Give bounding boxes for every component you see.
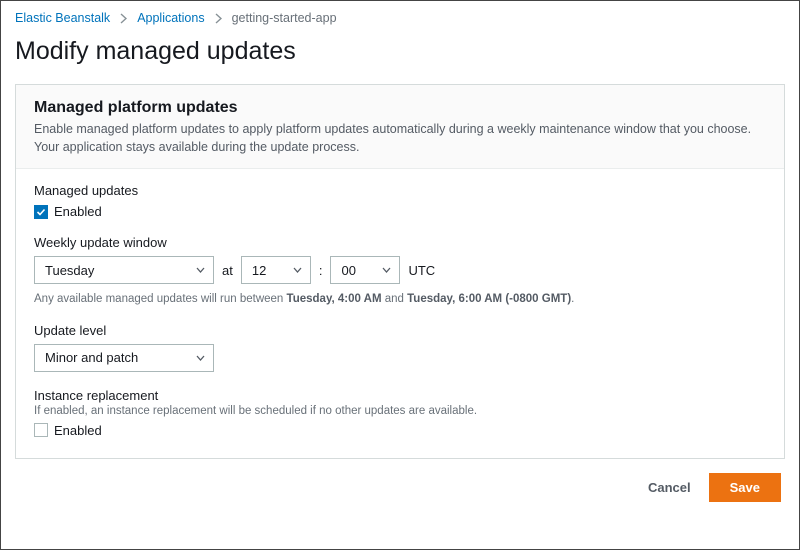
managed-updates-checkbox[interactable] bbox=[34, 205, 48, 219]
chevron-down-icon bbox=[293, 267, 302, 273]
panel-description: Enable managed platform updates to apply… bbox=[34, 121, 766, 156]
weekly-colon: : bbox=[319, 263, 323, 278]
weekly-minute-value: 00 bbox=[341, 263, 355, 278]
instance-replacement-checkbox-label: Enabled bbox=[54, 423, 102, 438]
weekly-hour-value: 12 bbox=[252, 263, 266, 278]
managed-updates-panel: Managed platform updates Enable managed … bbox=[15, 84, 785, 459]
breadcrumb-link-root[interactable]: Elastic Beanstalk bbox=[15, 11, 110, 25]
instance-replacement-description: If enabled, an instance replacement will… bbox=[34, 405, 766, 417]
chevron-down-icon bbox=[196, 355, 205, 361]
breadcrumb-link-applications[interactable]: Applications bbox=[137, 11, 204, 25]
weekly-window-helper: Any available managed updates will run b… bbox=[34, 292, 766, 307]
weekly-window-label: Weekly update window bbox=[34, 235, 766, 250]
weekly-day-select[interactable]: Tuesday bbox=[34, 256, 214, 284]
breadcrumb: Elastic Beanstalk Applications getting-s… bbox=[15, 9, 785, 31]
footer-actions: Cancel Save bbox=[15, 459, 785, 512]
managed-updates-label: Managed updates bbox=[34, 183, 766, 198]
save-button[interactable]: Save bbox=[709, 473, 781, 502]
managed-updates-checkbox-label: Enabled bbox=[54, 204, 102, 219]
breadcrumb-current: getting-started-app bbox=[232, 11, 337, 25]
chevron-right-icon bbox=[120, 13, 127, 24]
weekly-hour-select[interactable]: 12 bbox=[241, 256, 311, 284]
instance-replacement-label: Instance replacement bbox=[34, 388, 766, 403]
weekly-tz: UTC bbox=[408, 263, 435, 278]
chevron-right-icon bbox=[215, 13, 222, 24]
update-level-value: Minor and patch bbox=[45, 350, 138, 365]
chevron-down-icon bbox=[382, 267, 391, 273]
panel-heading: Managed platform updates bbox=[34, 99, 766, 117]
weekly-minute-select[interactable]: 00 bbox=[330, 256, 400, 284]
instance-replacement-checkbox[interactable] bbox=[34, 423, 48, 437]
cancel-button[interactable]: Cancel bbox=[648, 480, 691, 495]
chevron-down-icon bbox=[196, 267, 205, 273]
page-title: Modify managed updates bbox=[15, 37, 785, 66]
update-level-select[interactable]: Minor and patch bbox=[34, 344, 214, 372]
weekly-at-text: at bbox=[222, 263, 233, 278]
update-level-label: Update level bbox=[34, 323, 766, 338]
weekly-day-value: Tuesday bbox=[45, 263, 94, 278]
